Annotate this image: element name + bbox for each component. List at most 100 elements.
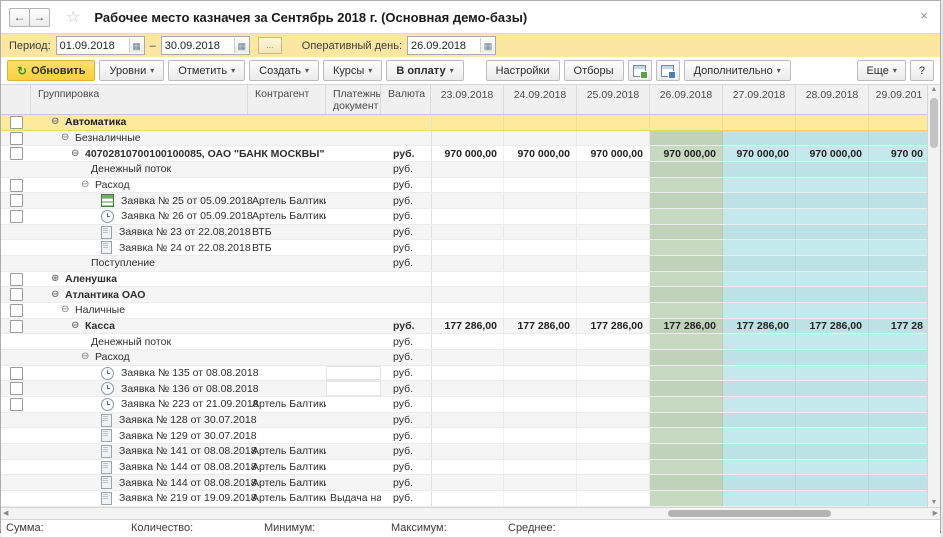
table-row[interactable]: ⊖Атлантика ОАО — [1, 287, 927, 303]
column-header-date[interactable]: 25.09.2018 — [577, 85, 650, 114]
table-row[interactable]: ⊕Аленушка — [1, 272, 927, 288]
paydoc-cell[interactable] — [326, 366, 381, 381]
to-pay-button[interactable]: В оплату▾ — [386, 60, 463, 81]
column-header-currency[interactable]: Валюта — [381, 85, 431, 114]
calendar-icon[interactable]: ▦ — [234, 38, 249, 53]
scroll-left-icon[interactable]: ◀ — [3, 509, 8, 517]
more-button[interactable]: Дополнительно▾ — [684, 60, 791, 81]
table-row[interactable]: Заявка № 24 от 22.08.2018ВТБруб. — [1, 240, 927, 256]
settings-button[interactable]: Настройки — [486, 60, 560, 81]
row-checkbox[interactable] — [10, 398, 23, 411]
amount-cell: 177 286,00 — [796, 319, 869, 334]
table-row[interactable]: Заявка № 136 от 08.08.2018руб. — [1, 381, 927, 397]
tree-indent — [31, 341, 91, 342]
column-header-date[interactable]: 28.09.2018 — [796, 85, 869, 114]
favorite-star-icon[interactable]: ☆ — [66, 7, 80, 27]
column-header-contragent[interactable]: Контрагент — [248, 85, 326, 114]
table-row[interactable]: Заявка № 223 от 21.09.2018Артель Балтики… — [1, 397, 927, 413]
row-checkbox[interactable] — [10, 210, 23, 223]
table-row[interactable]: Заявка № 141 от 08.08.2018Артель Балтики… — [1, 444, 927, 460]
back-button[interactable]: ← — [9, 8, 30, 27]
scroll-down-icon[interactable]: ▼ — [928, 499, 940, 506]
column-header-paydoc[interactable]: Платежный документ — [326, 85, 381, 114]
forward-button[interactable]: → — [29, 8, 50, 27]
column-header-date[interactable]: 23.09.2018 — [431, 85, 504, 114]
filters-button[interactable]: Отборы — [564, 60, 624, 81]
column-header-group[interactable]: Группировка — [31, 85, 248, 114]
scroll-right-icon[interactable]: ▶ — [933, 509, 938, 517]
table-row[interactable]: Поступлениеруб. — [1, 256, 927, 272]
pending-clock-icon — [101, 210, 114, 223]
table-row[interactable]: Заявка № 128 от 30.07.2018руб. — [1, 413, 927, 429]
contragent-cell — [248, 334, 326, 349]
expand-icon[interactable]: ⊕ — [51, 274, 62, 284]
etc-button[interactable]: Еще▾ — [857, 60, 905, 81]
contragent-cell: Артель Балтики — [248, 491, 326, 506]
help-button[interactable]: ? — [910, 60, 934, 81]
collapse-icon[interactable]: ⊖ — [81, 180, 92, 190]
table-row[interactable]: ⊖Безналичные — [1, 131, 927, 147]
table-row[interactable]: Заявка № 219 от 19.09.2018Артель Балтики… — [1, 491, 927, 507]
close-icon[interactable]: × — [920, 8, 928, 23]
mark-button[interactable]: Отметить▾ — [168, 60, 245, 81]
collapse-icon[interactable]: ⊖ — [71, 149, 82, 159]
table-row[interactable]: ⊖Наличные — [1, 303, 927, 319]
period-to-input[interactable] — [162, 38, 234, 53]
collapse-icon[interactable]: ⊖ — [51, 290, 62, 300]
collapse-icon[interactable]: ⊖ — [71, 321, 82, 331]
row-checkbox[interactable] — [10, 147, 23, 160]
table-row[interactable]: Заявка № 26 от 05.09.2018Артель Балтикир… — [1, 209, 927, 225]
table-row[interactable]: ⊖Расходруб. — [1, 350, 927, 366]
table-row[interactable]: Заявка № 144 от 08.08.2018Артель Балтики… — [1, 475, 927, 491]
column-header-date[interactable]: 24.09.2018 — [504, 85, 577, 114]
scroll-up-icon[interactable]: ▲ — [928, 86, 940, 93]
row-checkbox[interactable] — [10, 273, 23, 286]
vertical-scrollbar[interactable]: ▲ ▼ — [927, 85, 940, 507]
horizontal-scroll-thumb[interactable] — [668, 510, 831, 517]
collapse-icon[interactable]: ⊖ — [61, 305, 72, 315]
column-header-date[interactable]: 29.09.201 — [869, 85, 929, 114]
chevron-down-icon: ▾ — [777, 66, 781, 75]
load-appearance-button[interactable] — [628, 60, 652, 81]
table-row[interactable]: Заявка № 129 от 30.07.2018руб. — [1, 428, 927, 444]
table-row[interactable]: ⊖Автоматика — [1, 115, 927, 131]
table-row[interactable]: Заявка № 23 от 22.08.2018ВТБруб. — [1, 225, 927, 241]
table-row[interactable]: ⊖Расходруб. — [1, 178, 927, 194]
save-appearance-button[interactable] — [656, 60, 680, 81]
vertical-scroll-thumb[interactable] — [930, 98, 938, 148]
table-row[interactable]: ⊖Кассаруб.177 286,00177 286,00177 286,00… — [1, 319, 927, 335]
row-checkbox[interactable] — [10, 304, 23, 317]
period-from-input[interactable] — [57, 38, 129, 53]
row-checkbox[interactable] — [10, 194, 23, 207]
row-checkbox[interactable] — [10, 320, 23, 333]
row-checkbox[interactable] — [10, 288, 23, 301]
row-checkbox[interactable] — [10, 132, 23, 145]
table-row[interactable]: Денежный потокруб. — [1, 162, 927, 178]
table-row[interactable]: ⊖40702810700100100085, ОАО "БАНК МОСКВЫ"… — [1, 146, 927, 162]
row-checkbox[interactable] — [10, 179, 23, 192]
levels-button[interactable]: Уровни▾ — [99, 60, 164, 81]
table-row[interactable]: Заявка № 25 от 05.09.2018Артель Балтикир… — [1, 193, 927, 209]
table-row[interactable]: Заявка № 144 от 08.08.2018Артель Балтики… — [1, 460, 927, 476]
amount-cell — [577, 475, 650, 490]
row-checkbox[interactable] — [10, 116, 23, 129]
column-header-date[interactable]: 26.09.2018 — [650, 85, 723, 114]
paydoc-cell[interactable] — [326, 381, 381, 396]
opday-input[interactable] — [408, 38, 480, 53]
row-checkbox[interactable] — [10, 382, 23, 395]
table-row[interactable]: Денежный потокруб. — [1, 334, 927, 350]
calendar-icon[interactable]: ▦ — [129, 38, 144, 53]
refresh-button[interactable]: ↻ Обновить — [7, 60, 95, 81]
horizontal-scrollbar[interactable]: ◀ ▶ — [1, 507, 940, 520]
collapse-icon[interactable]: ⊖ — [81, 352, 92, 362]
table-row[interactable]: Заявка № 135 от 08.08.2018руб. — [1, 366, 927, 382]
calendar-icon[interactable]: ▦ — [480, 38, 495, 53]
create-button[interactable]: Создать▾ — [249, 60, 319, 81]
amount-cell — [796, 287, 869, 302]
column-header-date[interactable]: 27.09.2018 — [723, 85, 796, 114]
collapse-icon[interactable]: ⊖ — [51, 117, 62, 127]
rates-button[interactable]: Курсы▾ — [323, 60, 382, 81]
collapse-icon[interactable]: ⊖ — [61, 133, 72, 143]
row-checkbox[interactable] — [10, 367, 23, 380]
period-select-button[interactable]: ... — [258, 37, 282, 54]
